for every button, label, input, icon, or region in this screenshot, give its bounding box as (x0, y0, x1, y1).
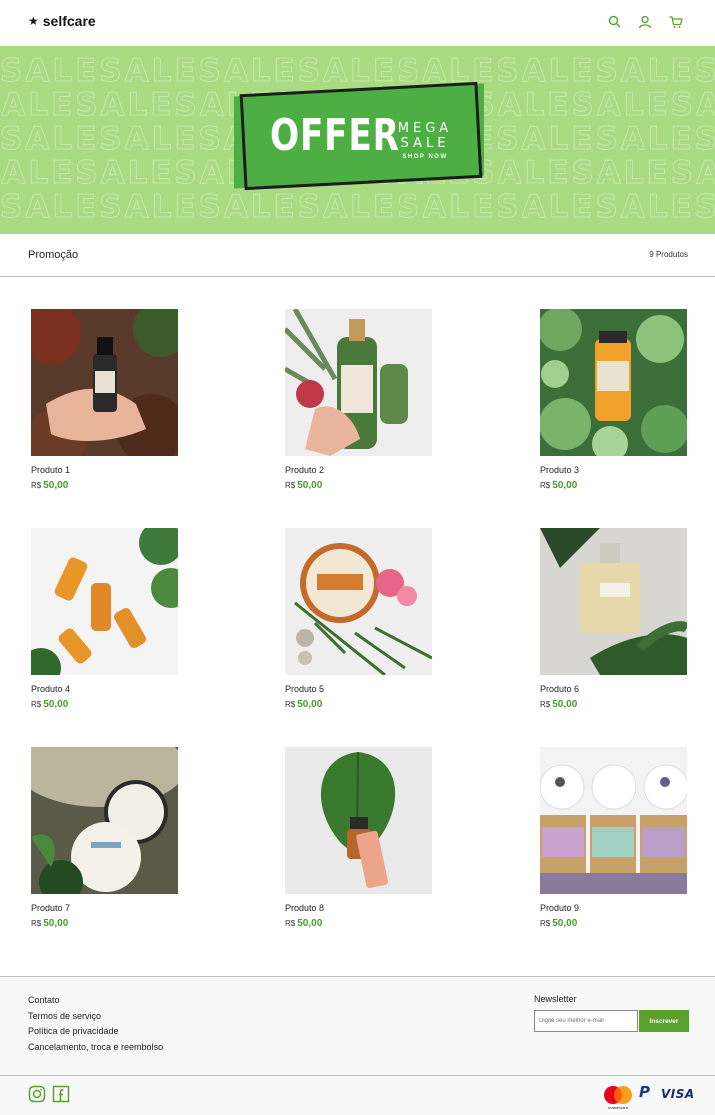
product-name[interactable]: Produto 3 (540, 465, 687, 475)
product-price: R$ 50,00 (540, 918, 687, 929)
product-price: R$ 50,00 (540, 699, 687, 710)
product-image[interactable] (31, 747, 178, 894)
price-currency: R$ (540, 700, 551, 709)
footer-link-cancellation[interactable]: Cancelamento, troca e reembolso (28, 1042, 163, 1052)
cart-icon[interactable] (668, 14, 684, 30)
mastercard-logo: mastercard (603, 1085, 633, 1111)
product-name[interactable]: Produto 7 (31, 903, 178, 913)
shop-now-text: SHOP NOW (402, 154, 448, 160)
footer-links: Contato Termos de serviço Política de pr… (28, 995, 163, 1057)
product-name[interactable]: Produto 9 (540, 903, 687, 913)
price-currency: R$ (540, 919, 551, 928)
product-name[interactable]: Produto 1 (31, 465, 178, 475)
price-value: 50,00 (552, 699, 578, 710)
price-value: 50,00 (297, 480, 323, 491)
product-image[interactable] (540, 528, 687, 675)
footer-link-privacy[interactable]: Política de privacidade (28, 1026, 163, 1036)
footer-divider (0, 1075, 715, 1076)
footer-link-contact[interactable]: Contato (28, 995, 163, 1005)
price-currency: R$ (540, 481, 551, 490)
price-value: 50,00 (552, 480, 578, 491)
mastercard-icon (604, 1086, 632, 1104)
facebook-icon[interactable] (52, 1085, 70, 1103)
mega-text: MEGA (397, 121, 453, 136)
product-price: R$ 50,00 (540, 480, 687, 491)
product-name[interactable]: Produto 4 (31, 684, 178, 694)
product-card[interactable]: Produto 8 R$ 50,00 (285, 747, 432, 929)
product-count: 9 Produtos (649, 250, 688, 259)
sale-pattern-row: SALESALESALESALESALESALESALESALE (0, 189, 715, 225)
product-name[interactable]: Produto 5 (285, 684, 432, 694)
product-name[interactable]: Produto 2 (285, 465, 432, 475)
sale-text: SALE (400, 136, 450, 151)
sale-pattern-row: SALESALESALESALESALESALESALESALE (0, 53, 715, 89)
price-currency: R$ (285, 700, 296, 709)
product-image[interactable] (285, 528, 432, 675)
search-icon[interactable] (607, 14, 623, 30)
footer-link-terms[interactable]: Termos de serviço (28, 1011, 163, 1021)
product-card[interactable]: Produto 4 R$ 50,00 (31, 528, 178, 710)
product-name[interactable]: Produto 8 (285, 903, 432, 913)
price-value: 50,00 (43, 699, 69, 710)
instagram-icon[interactable] (28, 1085, 46, 1103)
newsletter-title: Newsletter (534, 994, 577, 1004)
category-bar: Promoção 9 Produtos (0, 234, 715, 277)
price-value: 50,00 (552, 918, 578, 929)
offer-title: OFFER (270, 110, 400, 161)
product-card[interactable]: Produto 1 R$ 50,00 (31, 309, 178, 491)
product-card[interactable]: Produto 7 R$ 50,00 (31, 747, 178, 929)
product-price: R$ 50,00 (31, 918, 178, 929)
product-image[interactable] (31, 309, 178, 456)
category-title: Promoção (28, 249, 79, 261)
price-currency: R$ (31, 700, 42, 709)
product-image[interactable] (540, 309, 687, 456)
visa-logo: VISA (661, 1087, 695, 1101)
mastercard-label: mastercard (607, 1105, 628, 1110)
product-price: R$ 50,00 (31, 480, 178, 491)
promo-banner[interactable]: SALESALESALESALESALESALESALESALE SALESAL… (0, 46, 715, 234)
newsletter-email-input[interactable] (534, 1010, 638, 1032)
price-currency: R$ (285, 481, 296, 490)
logo[interactable]: ★ selfcare (28, 13, 96, 29)
offer-badge: OFFER MEGA SALE SHOP NOW (228, 81, 490, 191)
product-price: R$ 50,00 (285, 480, 432, 491)
price-value: 50,00 (43, 918, 69, 929)
price-currency: R$ (31, 481, 42, 490)
price-currency: R$ (285, 919, 296, 928)
product-price: R$ 50,00 (31, 699, 178, 710)
product-image[interactable] (285, 747, 432, 894)
product-image[interactable] (31, 528, 178, 675)
paypal-icon: P (639, 1083, 650, 1101)
product-card[interactable]: Produto 3 R$ 50,00 (540, 309, 687, 491)
newsletter-subscribe-button[interactable]: Inscrever (639, 1010, 689, 1032)
product-card[interactable]: Produto 5 R$ 50,00 (285, 528, 432, 710)
logo-text: selfcare (42, 13, 96, 29)
site-header: ★ selfcare (0, 0, 715, 46)
price-currency: R$ (31, 919, 42, 928)
site-footer: Contato Termos de serviço Política de pr… (0, 976, 715, 1115)
product-name[interactable]: Produto 6 (540, 684, 687, 694)
product-image[interactable] (540, 747, 687, 894)
price-value: 50,00 (297, 699, 323, 710)
mega-sale-text: MEGA SALE (390, 121, 460, 151)
user-icon[interactable] (637, 14, 653, 30)
star-icon: ★ (28, 14, 39, 28)
price-value: 50,00 (43, 480, 69, 491)
product-price: R$ 50,00 (285, 699, 432, 710)
product-card[interactable]: Produto 2 R$ 50,00 (285, 309, 432, 491)
product-card[interactable]: Produto 6 R$ 50,00 (540, 528, 687, 710)
price-value: 50,00 (297, 918, 323, 929)
product-image[interactable] (285, 309, 432, 456)
product-card[interactable]: Produto 9 R$ 50,00 (540, 747, 687, 929)
product-price: R$ 50,00 (285, 918, 432, 929)
